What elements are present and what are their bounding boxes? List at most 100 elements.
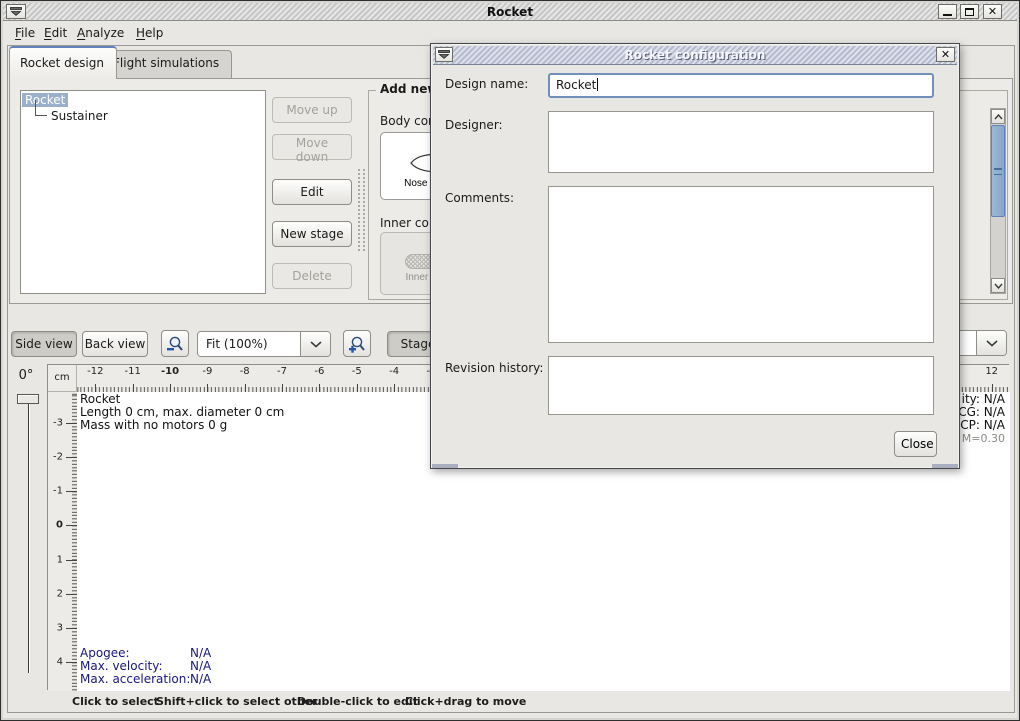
v-ruler-number: 3 (57, 622, 63, 633)
comments-label: Comments: (445, 191, 514, 205)
tab-rocket-design[interactable]: Rocket design (9, 46, 117, 79)
h-ruler-number: -5 (352, 366, 362, 377)
zoom-combo-dropdown-button[interactable] (300, 332, 330, 356)
rocket-info-text: RocketLength 0 cm, max. diameter 0 cmMas… (80, 393, 284, 432)
magnifier-plus-icon (348, 335, 366, 353)
menu-edit[interactable]: Edit (42, 25, 69, 42)
v-ruler-tick (66, 560, 77, 561)
comments-textarea[interactable] (548, 186, 934, 343)
v-ruler-tick (66, 662, 77, 663)
move-down-button[interactable]: Move down (272, 134, 352, 160)
chevron-up-icon (994, 114, 1003, 120)
panel-splitter-handle[interactable] (358, 169, 365, 251)
revision-history-label: Revision history: (445, 361, 543, 375)
tree-item-sustainer[interactable]: Sustainer (22, 108, 111, 124)
rotation-slider-thumb[interactable] (17, 394, 39, 404)
h-ruler-tick (357, 384, 358, 392)
revision-history-textarea[interactable] (548, 356, 934, 415)
resize-grip-right[interactable] (932, 464, 958, 468)
thumb-grip-icon (994, 168, 1002, 175)
v-ruler-tick (66, 457, 77, 458)
v-ruler-number: -2 (53, 451, 63, 462)
h-ruler-tick (394, 384, 395, 392)
h-ruler-tick (282, 384, 283, 392)
h-ruler-number: -11 (124, 366, 140, 377)
minimize-icon (943, 8, 952, 16)
dialog-close-x-button[interactable]: ✕ (936, 47, 955, 62)
v-ruler-tick (66, 594, 77, 595)
zoom-level-combobox[interactable]: Fit (100%) (197, 331, 331, 357)
h-ruler-number: -12 (87, 366, 103, 377)
inner-component-label: Inner co (380, 216, 429, 230)
menu-help[interactable]: Help (134, 25, 165, 42)
configuration-dropdown-button[interactable] (976, 331, 1006, 355)
chevron-down-icon (986, 340, 998, 347)
chevron-down-icon (310, 341, 322, 348)
h-ruler-tick (95, 384, 96, 392)
flight-stat-label: Max. acceleration: (80, 672, 190, 686)
magnifier-minus-icon (166, 335, 184, 353)
rotation-slider-track[interactable] (28, 403, 29, 673)
component-scrollbar[interactable] (990, 108, 1006, 294)
designer-label: Designer: (445, 118, 503, 132)
maximize-button[interactable] (960, 4, 979, 19)
application-window: Rocket ✕ FileEditAnalyzeHelp RocketSusta… (0, 0, 1020, 721)
menu-file[interactable]: File (13, 25, 37, 42)
component-tree[interactable]: RocketSustainer (20, 90, 266, 294)
close-icon: ✕ (941, 49, 950, 60)
vertical-ruler: -3-2-101234 (48, 392, 77, 691)
h-ruler-tick (133, 384, 134, 392)
status-hint-1: Click to select (72, 695, 159, 708)
scroll-down-button[interactable] (991, 278, 1005, 293)
minimize-button[interactable] (938, 4, 957, 19)
zoom-in-button[interactable] (343, 330, 371, 357)
status-hint-2: Shift+click to select other (156, 695, 318, 708)
rotation-angle-label: 0° (9, 368, 43, 383)
window-titlebar[interactable]: Rocket ✕ (3, 3, 1017, 21)
designer-textarea[interactable] (548, 111, 934, 173)
flight-stats: Apogee:N/AMax. velocity:N/AMax. accelera… (80, 647, 190, 686)
dialog-title: Rocket configuration (433, 48, 957, 62)
rocket-configuration-dialog: Rocket configuration ✕ Design name: Rock… (430, 43, 960, 469)
scrollbar-thumb[interactable] (991, 125, 1005, 217)
delete-button[interactable]: Delete (272, 263, 352, 289)
flight-stat-label: Apogee: (80, 646, 130, 660)
v-ruler-tick (66, 491, 77, 492)
v-ruler-tick (66, 628, 77, 629)
design-name-input[interactable]: Rocket (548, 73, 934, 98)
edit-button[interactable]: Edit (272, 179, 352, 205)
scroll-up-button[interactable] (991, 109, 1005, 124)
dialog-close-button[interactable]: Close (894, 431, 937, 457)
h-ruler-number: -7 (277, 366, 287, 377)
flight-stat-row: Max. acceleration:N/A (80, 673, 190, 686)
status-hint-4: Click+drag to move (405, 695, 526, 708)
h-ruler-number: 12 (985, 366, 998, 377)
close-button[interactable]: ✕ (983, 4, 1002, 19)
tree-connector-icon (35, 100, 47, 116)
back-view-button[interactable]: Back view (82, 331, 148, 357)
menu-analyze[interactable]: Analyze (75, 25, 126, 42)
dialog-titlebar[interactable]: Rocket configuration ✕ (433, 46, 957, 65)
text-cursor (597, 78, 598, 91)
zoom-out-button[interactable] (161, 330, 189, 357)
h-ruler-number: -6 (314, 366, 324, 377)
side-view-button[interactable]: Side view (11, 331, 77, 357)
v-ruler-number: 2 (57, 588, 63, 599)
design-name-value: Rocket (556, 78, 596, 92)
v-ruler-number: -1 (53, 486, 63, 497)
h-ruler-tick (245, 384, 246, 392)
chevron-down-icon (994, 283, 1003, 289)
new-stage-button[interactable]: New stage (272, 221, 352, 247)
h-ruler-number: -10 (161, 366, 179, 377)
rocket-info-line: Mass with no motors 0 g (80, 419, 284, 432)
move-up-button[interactable]: Move up (272, 97, 352, 123)
menu-bar: File Edit Analyze Help (3, 22, 1017, 45)
resize-grip-left[interactable] (432, 464, 458, 468)
v-ruler-tick (66, 423, 77, 424)
tab-flight-simulations[interactable]: Flight simulations (102, 50, 232, 78)
v-ruler-number: 4 (57, 657, 63, 668)
ruler-unit-label: cm (48, 365, 77, 392)
h-ruler-tick (319, 384, 320, 392)
status-bar: Click to selectShift+click to select oth… (1, 695, 1019, 711)
flight-stat-label: Max. velocity: (80, 659, 163, 673)
